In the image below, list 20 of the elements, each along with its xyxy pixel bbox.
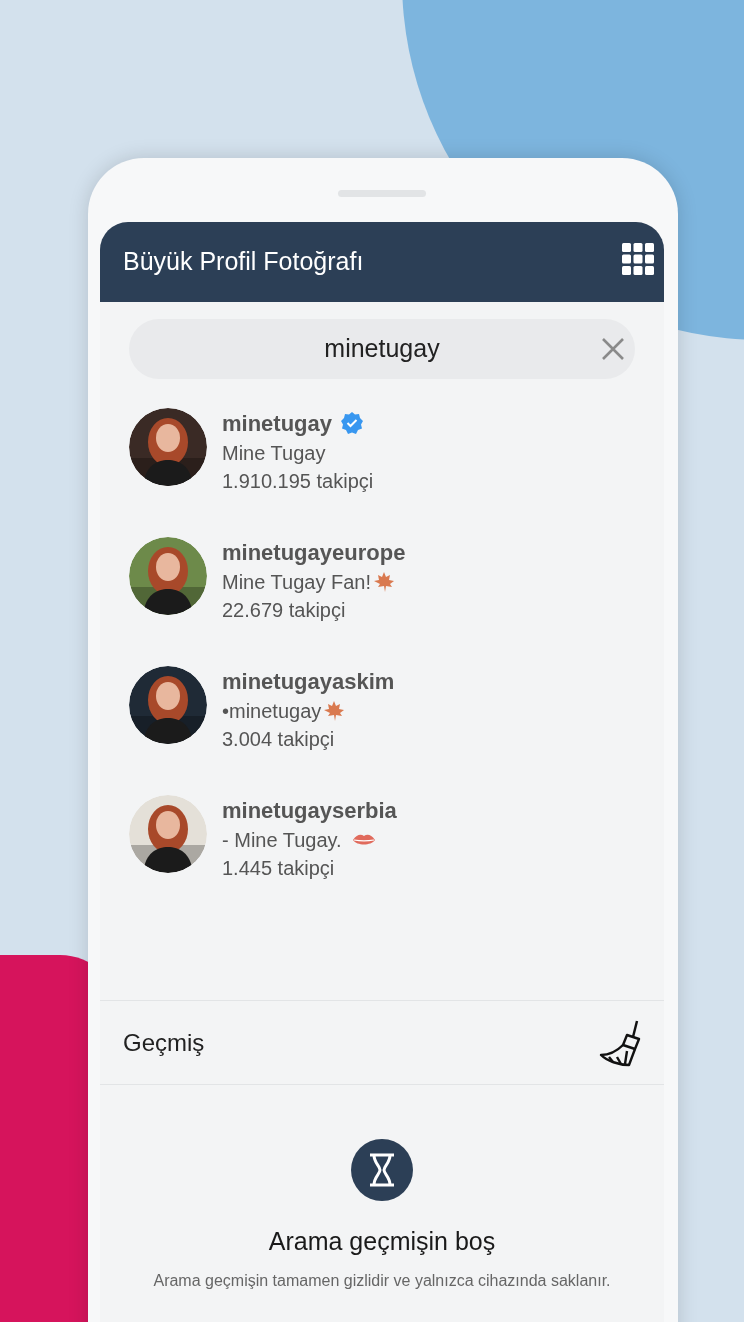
username[interactable]: minetugayeurope — [222, 535, 406, 569]
username[interactable]: minetugayserbia — [222, 793, 397, 827]
full-name: •minetugay — [222, 698, 322, 724]
section-title: Geçmiş — [123, 1027, 205, 1058]
empty-title: Arama geçmişin boş — [268, 1226, 496, 1257]
grid-icon[interactable] — [622, 243, 654, 275]
follower-count: 1.445 takipçi — [222, 856, 336, 881]
username[interactable]: minetugayaskim — [222, 664, 395, 698]
follower-count: 1.910.195 takipçi — [222, 469, 374, 494]
full-name: Mine Tugay — [222, 440, 326, 466]
app-title: Büyük Profil Fotoğrafı — [123, 246, 364, 278]
empty-description: Arama geçmişin tamamen gizlidir ve yalnızca cihazında saklanır. — [152, 1270, 612, 1291]
full-name: - Mine Tugay. — [222, 827, 342, 853]
follower-count: 3.004 takipçi — [222, 727, 336, 752]
broom-icon[interactable] — [599, 1018, 641, 1067]
search-field[interactable]: minetugay — [129, 319, 635, 379]
close-icon[interactable] — [601, 337, 625, 361]
full-name: Mine Tugay Fan! — [222, 569, 371, 595]
username[interactable]: minetugay — [222, 406, 333, 440]
follower-count: 22.679 takipçi — [222, 598, 347, 623]
